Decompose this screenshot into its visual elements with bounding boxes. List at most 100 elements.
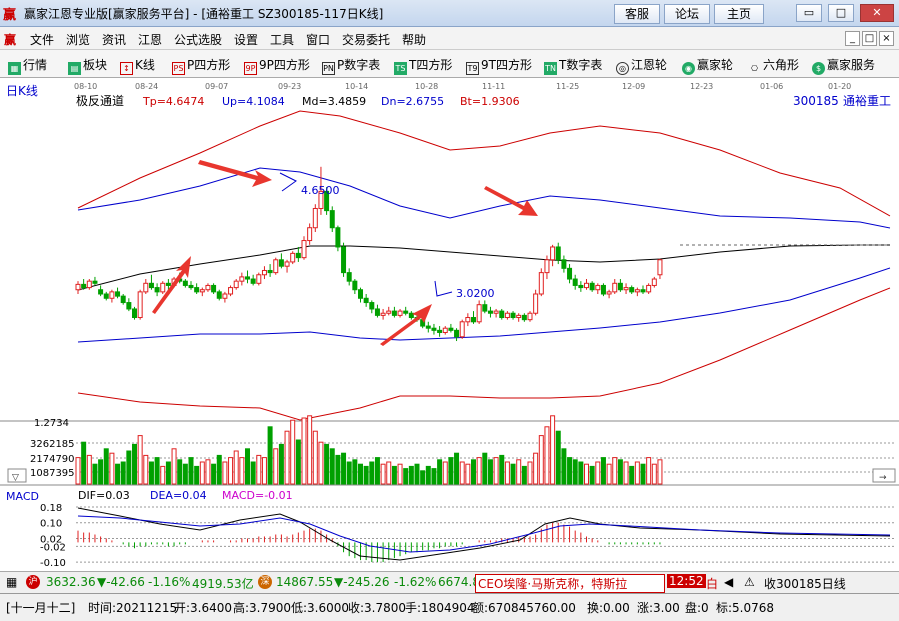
candle-body <box>284 261 290 267</box>
tool-9p-square[interactable]: 9P 9P四方形 <box>244 56 310 75</box>
tool-gann-wheel[interactable]: ◎ 江恩轮 <box>616 56 667 75</box>
candle-body <box>278 259 284 267</box>
tool-sector[interactable]: ▤ 板块 <box>68 56 107 75</box>
candle-body <box>386 310 392 314</box>
volume-bar <box>606 463 612 485</box>
service-button[interactable]: 客服 <box>614 4 660 24</box>
macd-axis-label: 0.10 <box>40 519 62 530</box>
volume-bar <box>335 454 341 485</box>
tool-winner-wheel[interactable]: ◉ 赢家轮 <box>682 56 733 75</box>
bar-turnover: 换:0.00 <box>587 601 630 615</box>
low-label: 3.0200 <box>456 287 495 300</box>
tool-t-number[interactable]: TN T数字表 <box>544 56 602 75</box>
candle-body <box>403 310 409 314</box>
volume-bar <box>589 465 595 485</box>
vol-axis-label: 1.2734 <box>34 418 69 429</box>
tool-p-number[interactable]: PN P数字表 <box>322 56 380 75</box>
menu-settings[interactable]: 设置 <box>234 31 258 48</box>
news-ticker[interactable]: CEO埃隆·马斯克称，特斯拉 <box>475 574 665 593</box>
volume-bar <box>555 430 561 485</box>
candle-body <box>533 293 539 314</box>
clock: 12:52 <box>667 574 706 588</box>
volume-bar <box>75 457 81 485</box>
volume-bar <box>205 459 211 485</box>
chart-background <box>0 78 899 571</box>
date-tick: 08-10 <box>74 82 97 91</box>
volume-bar <box>403 468 409 485</box>
candle-body <box>612 282 618 293</box>
menu-help[interactable]: 帮助 <box>402 31 426 48</box>
volume-bar <box>567 457 573 485</box>
volume-bar <box>584 463 589 485</box>
menu-trade[interactable]: 交易委托 <box>342 31 390 48</box>
indicator-name: 极反通道 <box>76 94 124 108</box>
menu-tools[interactable]: 工具 <box>270 31 294 48</box>
candle-body <box>544 259 550 274</box>
tool-p-square[interactable]: PS P四方形 <box>172 56 230 75</box>
volume-bar <box>284 430 290 485</box>
white-label: 白 <box>706 577 719 591</box>
candle-body <box>527 312 533 321</box>
candle-body <box>92 280 98 284</box>
volume-bar <box>657 459 663 485</box>
volume-bar <box>132 443 137 485</box>
forum-button[interactable]: 论坛 <box>664 4 710 24</box>
volume-bar <box>521 465 527 485</box>
tool-kline[interactable]: ↕ K线 <box>120 56 155 75</box>
volume-bar <box>126 450 132 485</box>
volume-bar <box>595 461 601 485</box>
sz-index-amount: 6674.8 <box>438 575 480 589</box>
volume-bar <box>199 461 205 485</box>
home-button[interactable]: 主页 <box>714 4 764 24</box>
menu-bar: 赢 文件 浏览 资讯 江恩 公式选股 设置 工具 窗口 交易委托 帮助 _ □ … <box>0 27 899 50</box>
tool-t-square[interactable]: TS T四方形 <box>394 56 452 75</box>
tool-service[interactable]: $ 赢家服务 <box>812 56 875 75</box>
mdi-restore-button[interactable]: □ <box>862 31 877 46</box>
candle-body <box>363 297 369 304</box>
date-tick: 12-23 <box>690 82 713 91</box>
candle-body <box>482 304 488 312</box>
tool-label: 六角形 <box>763 58 800 72</box>
stock-code: 300185 <box>793 94 839 108</box>
candle-body <box>358 289 363 299</box>
minimize-button[interactable]: ▭ <box>796 4 822 22</box>
candle-body <box>646 284 652 293</box>
tool-9t-square[interactable]: T9 9T四方形 <box>466 56 532 75</box>
menu-formula[interactable]: 公式选股 <box>174 31 222 48</box>
candle-body <box>493 310 499 314</box>
volume-bar <box>352 459 358 485</box>
app-window: 赢 赢家江恩专业版[赢家服务平台] - [通裕重工 SZ300185-117日K… <box>0 0 899 621</box>
menu-window[interactable]: 窗口 <box>306 31 330 48</box>
mdi-close-button[interactable]: × <box>879 31 894 46</box>
volume-bar <box>425 465 431 485</box>
candle-body <box>120 295 126 304</box>
volume-bar <box>120 461 126 485</box>
maximize-button[interactable]: □ <box>828 4 854 22</box>
candle-body <box>504 312 510 319</box>
high-label: 4.6500 <box>301 184 340 197</box>
menu-file[interactable]: 文件 <box>30 31 54 48</box>
app-logo-icon: 赢 <box>3 8 17 23</box>
tool-hexagon[interactable]: ⎔ 六角形 <box>748 56 799 76</box>
candle-body <box>465 317 471 323</box>
volume-bar <box>414 463 420 485</box>
volume-bar <box>487 459 493 485</box>
close-button[interactable]: ✕ <box>860 4 894 22</box>
candle-body <box>86 280 92 289</box>
date-tick: 09-23 <box>278 82 301 91</box>
candle-body <box>341 246 347 274</box>
status-grid-icon[interactable]: ▦ <box>6 575 17 589</box>
candle-body <box>397 310 403 316</box>
tool-label: 江恩轮 <box>631 58 668 72</box>
volume-bar <box>459 461 465 485</box>
menu-gann[interactable]: 江恩 <box>138 31 162 48</box>
menu-info[interactable]: 资讯 <box>102 31 126 48</box>
menu-browse[interactable]: 浏览 <box>66 31 90 48</box>
mdi-minimize-button[interactable]: _ <box>845 31 860 46</box>
speaker-icon[interactable]: ◀ <box>724 575 733 589</box>
candle-body <box>442 327 448 333</box>
9p-square-icon: 9P <box>244 62 257 75</box>
tool-quote[interactable]: ▦ 行情 <box>8 56 47 75</box>
alarm-icon[interactable]: ⚠ <box>744 575 755 589</box>
kline-chart[interactable]: 日K线 08-10 08-24 09-07 09-23 10-14 10-28 11-11 1… <box>0 78 899 571</box>
